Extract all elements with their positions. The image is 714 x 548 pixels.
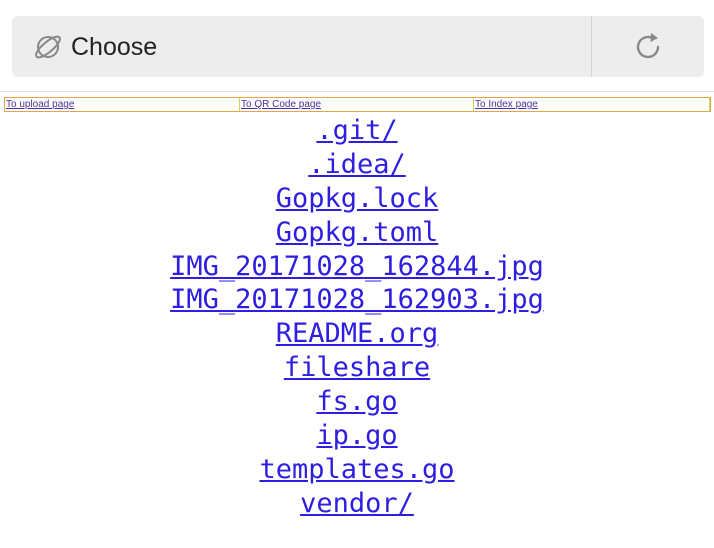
file-link[interactable]: README.org: [276, 318, 439, 349]
file-link[interactable]: ip.go: [316, 420, 397, 451]
header-divider: [0, 91, 714, 92]
reload-icon[interactable]: [632, 31, 664, 63]
list-item: .git/: [0, 114, 714, 148]
file-link[interactable]: fileshare: [284, 352, 430, 383]
nav-cell-upload: To upload page: [5, 98, 240, 111]
list-item: README.org: [0, 317, 714, 351]
nav-cell-qr: To QR Code page: [240, 98, 474, 111]
file-link[interactable]: IMG_20171028_162844.jpg: [170, 251, 544, 282]
list-item: ip.go: [0, 419, 714, 453]
file-list: .git/ .idea/ Gopkg.lock Gopkg.toml IMG_2…: [0, 114, 714, 521]
url-text[interactable]: Choose: [71, 30, 157, 64]
index-page-link[interactable]: To Index page: [475, 99, 538, 110]
list-item: IMG_20171028_162903.jpg: [0, 283, 714, 317]
file-link[interactable]: fs.go: [316, 386, 397, 417]
file-link[interactable]: vendor/: [300, 488, 414, 519]
url-bar[interactable]: Choose: [12, 16, 704, 77]
list-item: vendor/: [0, 487, 714, 521]
qr-code-page-link[interactable]: To QR Code page: [241, 99, 321, 110]
list-item: fs.go: [0, 385, 714, 419]
file-link[interactable]: Gopkg.toml: [276, 217, 439, 248]
file-link[interactable]: .idea/: [308, 149, 406, 180]
list-item: Gopkg.toml: [0, 216, 714, 250]
globe-icon: [35, 35, 61, 59]
list-item: IMG_20171028_162844.jpg: [0, 250, 714, 284]
file-link[interactable]: .git/: [316, 115, 397, 146]
url-bar-divider: [591, 16, 592, 77]
nav-links-table: To upload page To QR Code page To Index …: [4, 97, 711, 112]
list-item: fileshare: [0, 351, 714, 385]
upload-page-link[interactable]: To upload page: [6, 99, 74, 110]
url-input-area[interactable]: Choose: [12, 16, 591, 77]
list-item: templates.go: [0, 453, 714, 487]
list-item: Gopkg.lock: [0, 182, 714, 216]
list-item: .idea/: [0, 148, 714, 182]
file-link[interactable]: IMG_20171028_162903.jpg: [170, 284, 544, 315]
nav-cell-index: To Index page: [474, 98, 710, 111]
file-link[interactable]: Gopkg.lock: [276, 183, 439, 214]
file-link[interactable]: templates.go: [259, 454, 454, 485]
